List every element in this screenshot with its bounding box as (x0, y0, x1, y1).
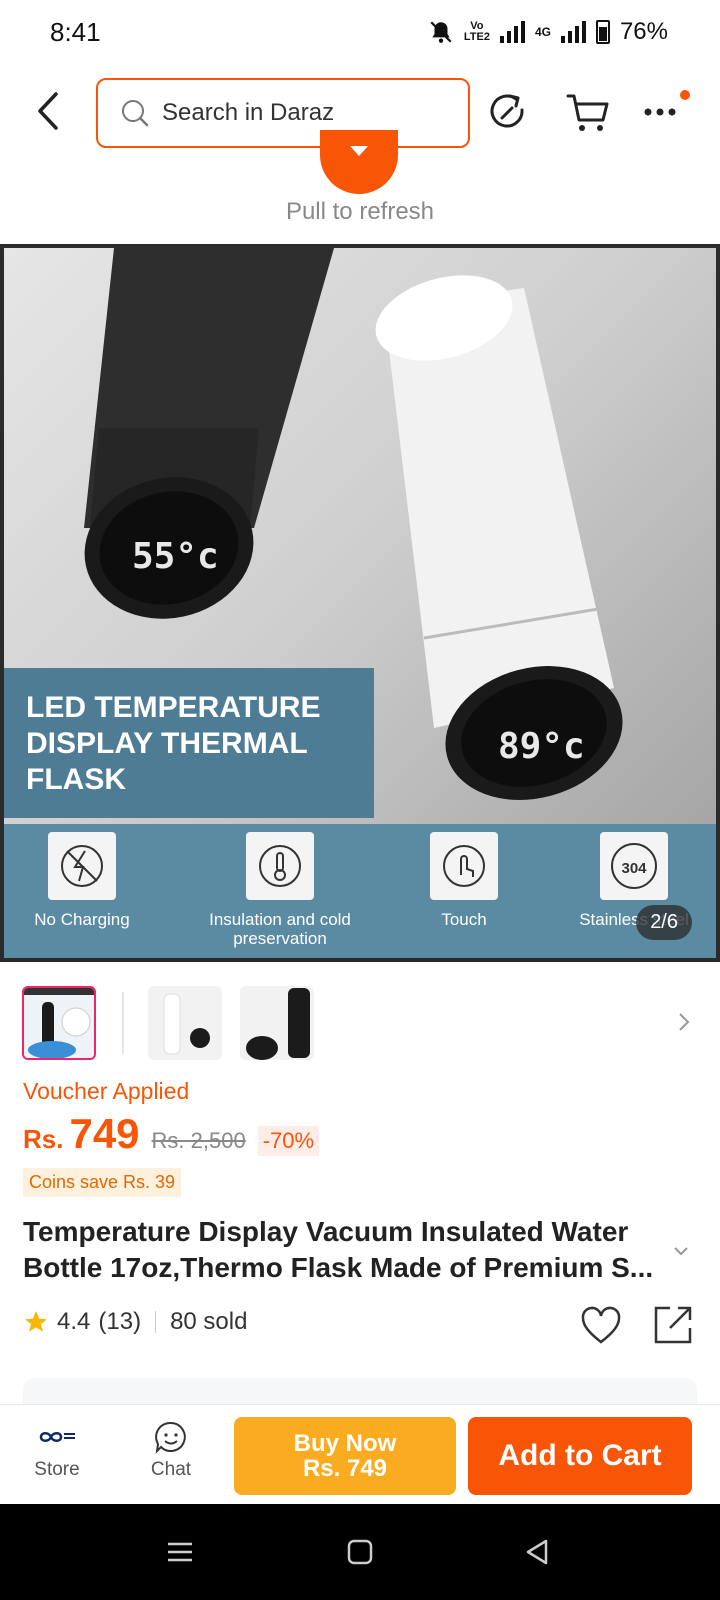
store-label: Store (34, 1459, 80, 1480)
svg-text:304: 304 (621, 860, 647, 877)
add-to-cart-button[interactable]: Add to Cart (468, 1417, 692, 1495)
led-banner: LED TEMPERATURE DISPLAY THERMAL FLASK (4, 668, 374, 818)
current-price: 749 (69, 1110, 140, 1157)
signal-icon-2 (560, 21, 586, 43)
store-button[interactable]: Store (12, 1419, 102, 1481)
rating-separator (155, 1311, 157, 1333)
product-image-gallery[interactable]: 55°c 89°c LED TEMPERATURE DISPLAY THERMA… (0, 244, 720, 962)
review-count: (13) (98, 1308, 142, 1335)
volte-indicator: Vo LTE2 (463, 20, 490, 43)
refresh-share-icon[interactable] (484, 88, 532, 136)
buy-now-button[interactable]: Buy Now Rs. 749 (234, 1417, 456, 1495)
search-input[interactable] (162, 99, 442, 127)
product-image: 55°c 89°c LED TEMPERATURE DISPLAY THERMA… (4, 248, 716, 958)
thumbnail-1[interactable] (22, 986, 96, 1060)
rating-value: 4.4 (57, 1308, 91, 1335)
pull-to-refresh-text: Pull to refresh (285, 198, 435, 225)
more-options-icon[interactable] (636, 88, 684, 136)
thumbnail-3[interactable] (240, 986, 314, 1060)
discount-badge: -70% (257, 1126, 320, 1156)
battery-percent: 76% (619, 18, 668, 45)
feature-insulation: Insulation and cold preservation (200, 832, 360, 948)
thumbnail-divider (122, 992, 124, 1054)
battery-icon (595, 20, 610, 44)
thumbnail-2[interactable] (148, 986, 222, 1060)
status-time: 8:41 (50, 16, 101, 47)
status-bar: 8:41 Vo LTE2 4G 76% (0, 0, 720, 64)
feature-strip: No Charging Insulation and cold preserva… (4, 824, 716, 958)
price-currency: Rs. (23, 1124, 64, 1154)
chevron-down-icon[interactable] (670, 1240, 692, 1262)
rating-row[interactable]: 4.4 (13) 80 sold (23, 1308, 247, 1336)
steel-304-icon: 304 (611, 843, 657, 889)
signal-icon (499, 21, 525, 43)
image-counter: 2/6 (636, 905, 692, 940)
feature-touch: Touch (404, 832, 524, 929)
feature-no-charging: No Charging (22, 832, 142, 929)
chat-label: Chat (150, 1459, 192, 1480)
voucher-applied-label: Voucher Applied (23, 1078, 190, 1104)
thumbnail-strip (22, 986, 702, 1062)
bottom-action-bar: Store Chat Buy Now Rs. 749 Add to Cart (0, 1404, 720, 1504)
chat-icon (155, 1421, 186, 1454)
home-icon[interactable] (344, 1536, 376, 1568)
cart-icon[interactable] (564, 88, 612, 136)
thermometer-icon (259, 845, 301, 887)
notification-dot (680, 90, 690, 100)
system-nav-bar (0, 1504, 720, 1600)
product-title[interactable]: Temperature Display Vacuum Insulated Wat… (23, 1214, 663, 1286)
buy-now-price: Rs. 749 (302, 1455, 388, 1482)
price-row: Rs. 749 Rs. 2,500 -70% (23, 1110, 320, 1158)
coins-save-badge: Coins save Rs. 39 (23, 1168, 182, 1197)
no-charging-icon (61, 845, 103, 887)
search-icon (122, 100, 149, 127)
chat-button[interactable]: Chat (126, 1419, 216, 1481)
left-display: 55°c (132, 536, 219, 577)
buy-now-label: Buy Now (293, 1430, 397, 1457)
feature-label: Touch (441, 910, 487, 929)
mute-bell-icon (430, 21, 452, 43)
status-icons: Vo LTE2 4G 76% (428, 18, 668, 46)
sold-count: 80 sold (170, 1308, 248, 1335)
feature-label: No Charging (34, 910, 130, 929)
heart-icon[interactable] (580, 1306, 622, 1346)
star-icon (25, 1311, 47, 1332)
banner-title: LED TEMPERATURE DISPLAY THERMAL FLASK (26, 691, 321, 796)
right-display: 89°c (498, 726, 585, 767)
chevron-right-icon[interactable] (672, 1004, 696, 1040)
store-logo-icon (39, 1432, 75, 1442)
refresh-indicator (320, 130, 398, 194)
feature-label: Insulation and cold preservation (209, 910, 351, 948)
share-icon[interactable] (652, 1304, 694, 1346)
recent-apps-icon[interactable] (164, 1536, 196, 1568)
back-nav-icon[interactable] (522, 1536, 554, 1568)
network-type: 4G (534, 25, 551, 39)
refresh-arrow-icon (350, 146, 368, 156)
back-arrow-icon[interactable] (30, 86, 70, 136)
search-bar[interactable] (96, 78, 470, 148)
touch-icon (443, 845, 485, 887)
original-price: Rs. 2,500 (151, 1128, 246, 1153)
